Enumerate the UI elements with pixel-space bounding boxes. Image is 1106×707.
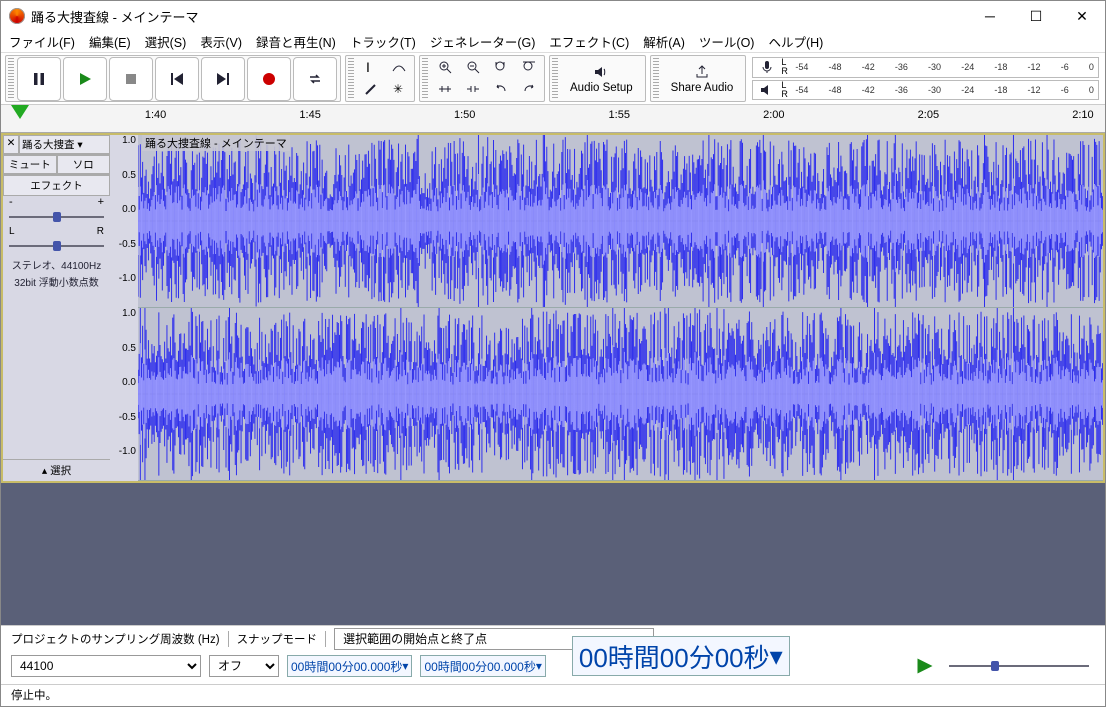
silence-button[interactable] xyxy=(459,79,487,100)
pan-slider[interactable] xyxy=(9,239,104,253)
effects-button[interactable]: エフェクト xyxy=(3,175,110,196)
mute-button[interactable]: ミュート xyxy=(3,155,57,174)
draw-tool[interactable] xyxy=(357,79,385,100)
track-collapse-button[interactable]: ▴ 選択 xyxy=(3,459,110,481)
pause-button[interactable] xyxy=(17,57,61,101)
menubar: ファイル(F) 編集(E) 選択(S) 表示(V) 録音と再生(N) トラック(… xyxy=(1,31,1105,53)
maximize-button[interactable]: ☐ xyxy=(1013,1,1059,31)
menu-edit[interactable]: 編集(E) xyxy=(89,32,131,51)
play-at-speed-button[interactable] xyxy=(915,656,935,676)
waveform-area[interactable]: 踊る大捜査線 - メインテーマ xyxy=(138,135,1103,481)
selection-toolbar-labels: プロジェクトのサンプリング周波数 (Hz) スナップモード 選択範囲の開始点と終… xyxy=(1,625,1105,652)
time-label: 1:45 xyxy=(299,109,320,121)
meters: LR -54-48-42-36-30-24-18-12-60 LR -54-48… xyxy=(750,55,1101,102)
toolbar: I ✳ Audio Setup Share Audio xyxy=(1,53,1105,105)
track-name-dropdown[interactable]: 踊る大捜査 ▾ xyxy=(19,135,110,154)
share-icon xyxy=(694,64,710,80)
audio-setup-button[interactable]: Audio Setup xyxy=(560,64,643,94)
svg-text:I: I xyxy=(366,59,370,75)
mic-icon xyxy=(759,59,775,75)
menu-select[interactable]: 選択(S) xyxy=(145,32,187,51)
loop-button[interactable] xyxy=(293,57,337,101)
speaker-icon xyxy=(759,82,775,98)
multi-tool[interactable]: ✳ xyxy=(385,79,413,100)
playback-speed-slider[interactable] xyxy=(949,659,1089,673)
speaker-icon xyxy=(593,64,609,80)
selection-toolbar: 44100 オフ 00時間00分00.000秒▾ 00時間00分00.000秒▾… xyxy=(1,652,1105,684)
zoom-in-button[interactable] xyxy=(431,57,459,78)
titlebar: 踊る大捜査線 - メインテーマ ─ ☐ ✕ xyxy=(1,1,1105,31)
timeline[interactable]: 1:40 1:45 1:50 1:55 2:00 2:05 2:10 xyxy=(1,105,1105,133)
minimize-button[interactable]: ─ xyxy=(967,1,1013,31)
play-button[interactable] xyxy=(63,57,107,101)
track-bitdepth-label: 32bit 浮動小数点数 xyxy=(3,272,110,289)
record-button[interactable] xyxy=(247,57,291,101)
waveform-left xyxy=(138,135,1103,307)
app-icon xyxy=(9,8,25,24)
audio-setup-label: Audio Setup xyxy=(570,82,633,94)
track-control-panel: ✕ 踊る大捜査 ▾ ミュート ソロ エフェクト -+ LR ステレオ、44100… xyxy=(3,135,110,481)
zoom-toolbar xyxy=(419,55,545,102)
undo-button[interactable] xyxy=(487,79,515,100)
audio-setup-group: Audio Setup xyxy=(549,55,646,102)
skip-end-button[interactable] xyxy=(201,57,245,101)
track-format-label: ステレオ、44100Hz xyxy=(3,255,110,272)
fit-selection-button[interactable] xyxy=(487,57,515,78)
playhead-icon[interactable] xyxy=(11,105,29,119)
time-label: 2:05 xyxy=(918,109,939,121)
time-label: 2:10 xyxy=(1072,109,1093,121)
snap-label: スナップモード xyxy=(237,631,318,647)
tracks-area: ✕ 踊る大捜査 ▾ ミュート ソロ エフェクト -+ LR ステレオ、44100… xyxy=(1,133,1105,625)
menu-generate[interactable]: ジェネレーター(G) xyxy=(430,32,536,51)
share-audio-group: Share Audio xyxy=(650,55,747,102)
menu-file[interactable]: ファイル(F) xyxy=(9,32,75,51)
play-meter[interactable]: LR -54-48-42-36-30-24-18-12-60 xyxy=(752,80,1099,101)
envelope-tool[interactable] xyxy=(385,57,413,78)
record-meter[interactable]: LR -54-48-42-36-30-24-18-12-60 xyxy=(752,57,1099,78)
svg-text:✳: ✳ xyxy=(393,82,403,96)
time-display[interactable]: 00時間00分00秒▾ xyxy=(572,636,790,676)
solo-button[interactable]: ソロ xyxy=(57,155,111,174)
project-rate-select[interactable]: 44100 xyxy=(11,655,201,677)
status-bar: 停止中。 xyxy=(1,684,1105,706)
selection-start-field[interactable]: 00時間00分00.000秒▾ xyxy=(287,655,412,677)
tools-toolbar: I ✳ xyxy=(345,55,415,102)
selection-tool[interactable]: I xyxy=(357,57,385,78)
skip-start-button[interactable] xyxy=(155,57,199,101)
menu-effect[interactable]: エフェクト(C) xyxy=(549,32,629,51)
transport-toolbar xyxy=(5,55,341,102)
waveform-right xyxy=(138,308,1103,480)
selection-end-field[interactable]: 00時間00分00.000秒▾ xyxy=(420,655,545,677)
window-title: 踊る大捜査線 - メインテーマ xyxy=(31,7,967,26)
snap-select[interactable]: オフ xyxy=(209,655,279,677)
menu-track[interactable]: トラック(T) xyxy=(350,32,416,51)
time-label: 1:55 xyxy=(609,109,630,121)
zoom-out-button[interactable] xyxy=(459,57,487,78)
gain-slider[interactable] xyxy=(9,210,104,224)
track-close-button[interactable]: ✕ xyxy=(3,135,19,154)
share-audio-label: Share Audio xyxy=(671,82,734,94)
share-audio-button[interactable]: Share Audio xyxy=(661,64,744,94)
menu-analyze[interactable]: 解析(A) xyxy=(643,32,685,51)
menu-view[interactable]: 表示(V) xyxy=(200,32,242,51)
trim-button[interactable] xyxy=(431,79,459,100)
menu-help[interactable]: ヘルプ(H) xyxy=(768,32,823,51)
time-label: 1:50 xyxy=(454,109,475,121)
track: ✕ 踊る大捜査 ▾ ミュート ソロ エフェクト -+ LR ステレオ、44100… xyxy=(1,133,1105,483)
menu-tools[interactable]: ツール(O) xyxy=(699,32,755,51)
fit-project-button[interactable] xyxy=(515,57,543,78)
redo-button[interactable] xyxy=(515,79,543,100)
time-label: 2:00 xyxy=(763,109,784,121)
close-button[interactable]: ✕ xyxy=(1059,1,1105,31)
menu-transport[interactable]: 録音と再生(N) xyxy=(256,32,336,51)
samplerate-label: プロジェクトのサンプリング周波数 (Hz) xyxy=(11,631,220,647)
stop-button[interactable] xyxy=(109,57,153,101)
clip-title: 踊る大捜査線 - メインテーマ xyxy=(142,135,290,151)
status-text: 停止中。 xyxy=(11,690,57,702)
time-label: 1:40 xyxy=(145,109,166,121)
